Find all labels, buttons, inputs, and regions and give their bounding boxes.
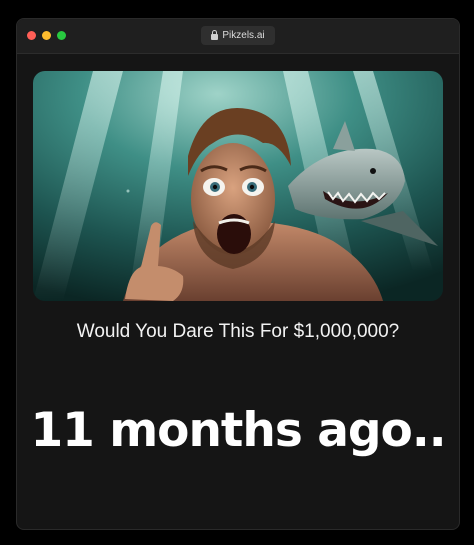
video-title[interactable]: Would You Dare This For $1,000,000? <box>17 321 459 343</box>
window-controls <box>27 31 66 40</box>
thumbnail-image <box>33 71 443 301</box>
posted-time: 11 months ago.. <box>30 403 446 458</box>
address-text: Pikzels.ai <box>222 30 265 41</box>
close-button[interactable] <box>27 31 36 40</box>
video-thumbnail[interactable] <box>33 71 443 301</box>
minimize-button[interactable] <box>42 31 51 40</box>
maximize-button[interactable] <box>57 31 66 40</box>
address-bar[interactable]: Pikzels.ai <box>201 26 275 45</box>
lock-icon <box>211 30 219 40</box>
browser-window: Pikzels.ai Would You Dare This For $1,00… <box>16 18 460 530</box>
browser-titlebar: Pikzels.ai <box>17 19 459 54</box>
